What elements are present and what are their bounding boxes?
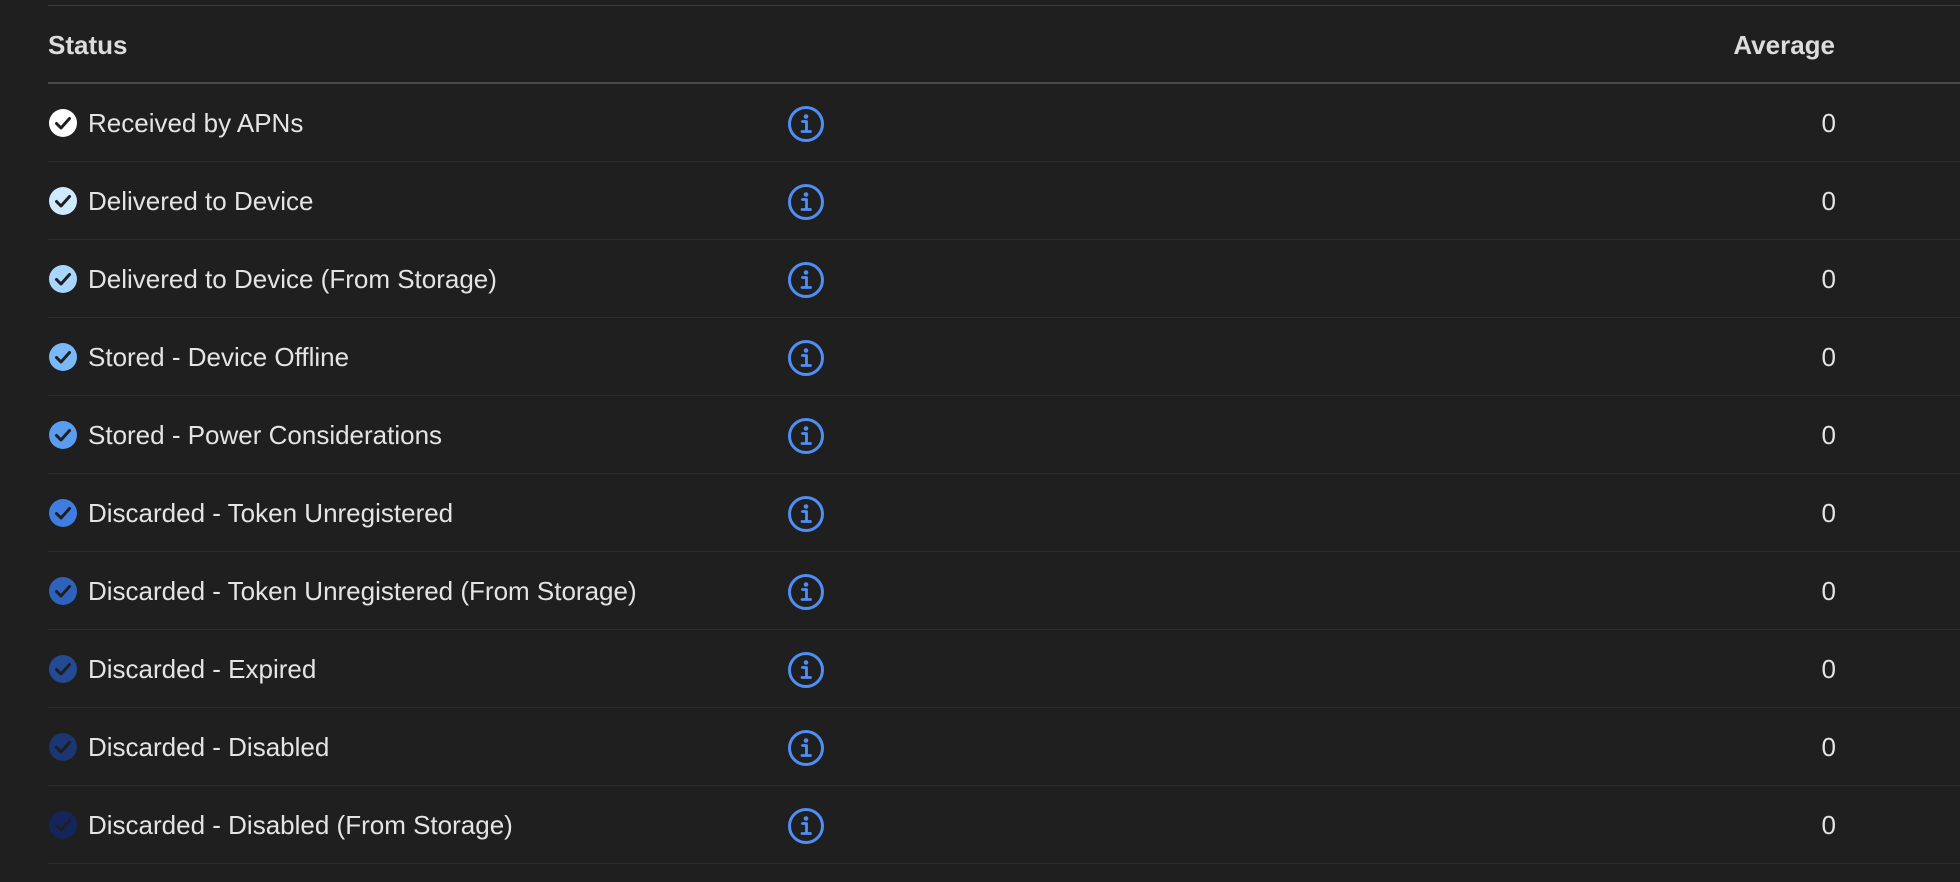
info-circle-icon[interactable]: [787, 729, 825, 767]
column-header-status[interactable]: Status: [48, 30, 127, 61]
info-circle-icon[interactable]: [787, 651, 825, 689]
table-row[interactable]: Received by APNs 0: [48, 84, 1960, 162]
status-label: Discarded - Token Unregistered: [88, 498, 454, 528]
table-row[interactable]: Delivered to Device 0: [48, 162, 1960, 240]
checkmark-circle-icon: [48, 420, 78, 450]
table-row[interactable]: Discarded - Token Unregistered (From Sto…: [48, 552, 1960, 630]
checkmark-circle-icon: [48, 654, 78, 684]
table-row[interactable]: Discarded - Disabled (From Storage) 0: [48, 786, 1960, 864]
average-value: 0: [1821, 186, 1836, 216]
average-value: 0: [1821, 576, 1836, 606]
column-header-average[interactable]: Average: [1686, 30, 1835, 61]
table-row[interactable]: Discarded - Expired 0: [48, 630, 1960, 708]
table-body: Received by APNs 0 Delivered to Device 0 Del…: [48, 84, 1960, 864]
status-label: Delivered to Device (From Storage): [88, 264, 497, 294]
status-label: Discarded - Disabled: [88, 732, 330, 762]
info-circle-icon[interactable]: [787, 573, 825, 611]
average-value: 0: [1821, 732, 1836, 762]
average-value: 0: [1821, 264, 1836, 294]
status-label: Received by APNs: [88, 108, 304, 138]
average-value: 0: [1821, 342, 1836, 372]
info-circle-icon[interactable]: [787, 183, 825, 221]
table-row[interactable]: Discarded - Disabled 0: [48, 708, 1960, 786]
status-label: Discarded - Token Unregistered (From Sto…: [88, 576, 637, 606]
table-row[interactable]: Stored - Power Considerations 0: [48, 396, 1960, 474]
table-row[interactable]: Stored - Device Offline 0: [48, 318, 1960, 396]
average-value: 0: [1821, 810, 1836, 840]
checkmark-circle-icon: [48, 498, 78, 528]
table-row[interactable]: Discarded - Token Unregistered 0: [48, 474, 1960, 552]
status-label: Discarded - Expired: [88, 654, 317, 684]
checkmark-circle-icon: [48, 108, 78, 138]
info-circle-icon[interactable]: [787, 105, 825, 143]
info-circle-icon[interactable]: [787, 417, 825, 455]
status-label: Delivered to Device: [88, 186, 314, 216]
status-label: Stored - Device Offline: [88, 342, 350, 372]
average-value: 0: [1821, 420, 1836, 450]
status-label: Discarded - Disabled (From Storage): [88, 810, 513, 840]
delivery-status-table: Status Average Received by APNs 0 Delivere…: [48, 6, 1960, 864]
info-circle-icon[interactable]: [787, 807, 825, 845]
info-circle-icon[interactable]: [787, 339, 825, 377]
table-row[interactable]: Delivered to Device (From Storage) 0: [48, 240, 1960, 318]
table-header: Status Average: [48, 6, 1960, 84]
checkmark-circle-icon: [48, 342, 78, 372]
average-value: 0: [1821, 108, 1836, 138]
checkmark-circle-icon: [48, 732, 78, 762]
average-value: 0: [1821, 498, 1836, 528]
checkmark-circle-icon: [48, 810, 78, 840]
info-circle-icon[interactable]: [787, 261, 825, 299]
status-label: Stored - Power Considerations: [88, 420, 443, 450]
checkmark-circle-icon: [48, 264, 78, 294]
checkmark-circle-icon: [48, 576, 78, 606]
average-value: 0: [1821, 654, 1836, 684]
info-circle-icon[interactable]: [787, 495, 825, 533]
checkmark-circle-icon: [48, 186, 78, 216]
